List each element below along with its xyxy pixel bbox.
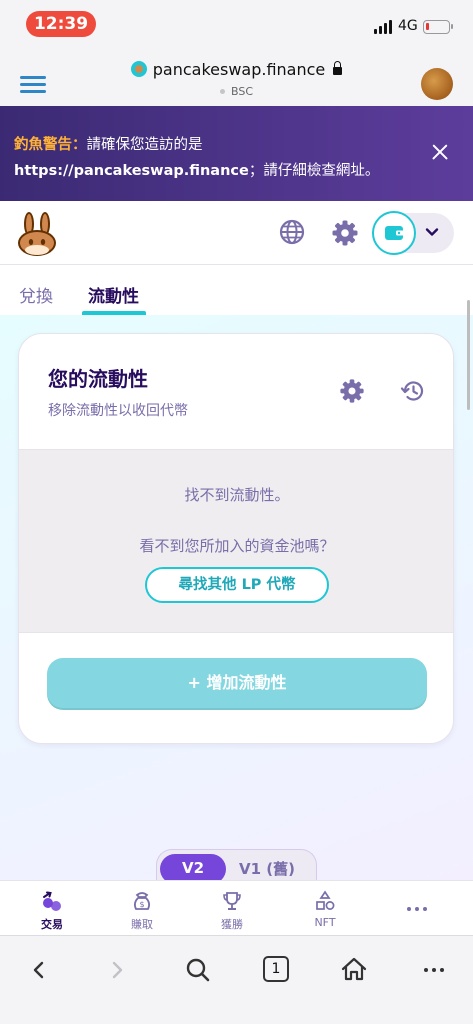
warning-line-1: 釣魚警告：請確保您造訪的是 (14, 133, 203, 154)
domain-text: pancakeswap.finance (152, 60, 326, 79)
status-time: 12:39 (26, 11, 96, 37)
network-type: 4G (398, 18, 418, 34)
history-icon[interactable] (399, 378, 425, 404)
scrollbar[interactable] (467, 300, 470, 410)
card-title: 您的流動性 (48, 367, 148, 391)
tab-swap[interactable]: 兌換 (19, 282, 53, 307)
nav-item-more[interactable] (388, 881, 448, 936)
warning-text-1: 請確保您造訪的是 (86, 137, 203, 153)
wallet-icon (385, 226, 404, 240)
site-url[interactable]: pancakeswap.finance (0, 60, 473, 79)
forward-arrow-icon[interactable] (110, 960, 124, 980)
globe-icon[interactable] (279, 219, 305, 245)
network-indicator: BSC (0, 85, 473, 98)
browser-address-bar: pancakeswap.finance BSC (0, 46, 473, 106)
pool-question-text: 看不到您所加入的資金池嗎？ (139, 537, 335, 555)
lock-icon (333, 61, 343, 75)
nav-item-trade[interactable]: 交易 (22, 881, 82, 936)
settings-gear-icon[interactable] (339, 378, 365, 404)
nav-item-nft[interactable]: NFT (295, 881, 355, 936)
profile-avatar[interactable] (421, 68, 453, 100)
nav-label-win: 獲勝 (221, 918, 243, 931)
pancakeswap-favicon-icon (130, 61, 147, 77)
add-liquidity-button[interactable]: + 增加流動性 (47, 658, 427, 710)
close-icon[interactable] (431, 143, 449, 161)
bottom-nav: 交易 $ 賺取 獲勝 NFT (0, 880, 473, 935)
browser-more-icon[interactable] (424, 968, 444, 972)
nft-icon (316, 890, 335, 910)
tabs-count-button[interactable]: 1 (263, 956, 289, 982)
nav-label-trade: 交易 (41, 918, 63, 931)
search-icon[interactable] (185, 957, 211, 983)
home-icon[interactable] (340, 955, 368, 983)
svg-text:$: $ (139, 900, 144, 909)
nav-item-earn[interactable]: $ 賺取 (112, 881, 172, 936)
v1-button[interactable]: V1 (舊) (239, 858, 295, 879)
warning-line-2: https://pancakeswap.finance；請仔細檢查網址。 (14, 159, 379, 180)
warning-text-2: ；請仔細檢查網址。 (248, 163, 380, 179)
empty-liquidity-panel: 找不到流動性。 看不到您所加入的資金池嗎？ 尋找其他 LP 代幣 (19, 449, 453, 633)
back-arrow-icon[interactable] (32, 960, 46, 980)
network-label: BSC (230, 85, 254, 98)
liquidity-card: 您的流動性 移除流動性以收回代幣 找不到流動性。 看不到您所加入的資金池嗎？ 尋… (18, 333, 454, 744)
pancakeswap-logo-icon[interactable] (16, 211, 58, 257)
browser-toolbar (0, 935, 473, 1024)
wallet-button[interactable] (372, 211, 416, 255)
warning-label: 釣魚警告： (14, 137, 87, 153)
warning-url: https://pancakeswap.finance (14, 163, 249, 179)
battery-icon (423, 20, 453, 34)
exchange-tabs: 兌換 流動性 (0, 265, 473, 315)
trade-icon (43, 891, 61, 911)
earn-icon: $ (133, 892, 151, 910)
trophy-icon (223, 892, 241, 910)
nav-label-earn: 賺取 (131, 918, 153, 931)
network-dot-icon (219, 89, 225, 94)
version-toggle: V2 V1 (舊) (156, 849, 317, 880)
no-liquidity-message: 找不到流動性。 (184, 486, 290, 504)
gear-icon[interactable] (331, 219, 359, 247)
card-subtitle: 移除流動性以收回代幣 (48, 403, 188, 419)
nav-item-win[interactable]: 獲勝 (202, 881, 262, 936)
battery-level (426, 23, 429, 30)
find-other-lp-tokens-button[interactable]: 尋找其他 LP 代幣 (145, 567, 329, 603)
chevron-down-icon[interactable] (424, 224, 440, 240)
more-icon (406, 907, 430, 913)
signal-icon (374, 20, 392, 34)
nav-label-nft: NFT (314, 916, 336, 929)
phishing-warning-banner: 釣魚警告：請確保您造訪的是 https://pancakeswap.financ… (0, 106, 473, 201)
status-bar: 12:39 4G (0, 0, 473, 46)
tab-liquidity[interactable]: 流動性 (88, 282, 139, 307)
v2-button[interactable]: V2 (160, 854, 226, 880)
